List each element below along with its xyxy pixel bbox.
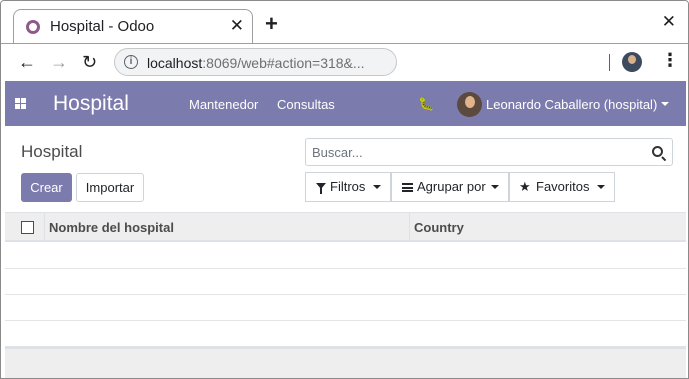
list-bars-icon [402,183,413,192]
app-title[interactable]: Hospital [53,92,129,116]
star-icon: ★ [519,179,531,194]
reload-icon[interactable]: ↻ [82,52,97,73]
filters-label: Filtros [330,179,366,194]
odoo-favicon-icon [26,20,40,34]
toolbar-divider [609,54,610,71]
url-text[interactable]: localhost:8069/web#action=318&... [147,55,365,71]
odoo-navbar: Hospital Mantenedor Consultas 🐛 Leonardo… [5,81,686,126]
browser-window: Hospital - Odoo ✕ + ✕ ← → ↻ i localhost:… [0,0,689,379]
favorites-label: Favoritos [536,179,590,194]
table-row-empty [5,321,686,347]
window-close-button[interactable]: ✕ [662,12,676,32]
favorites-button[interactable]: ★ Favoritos [509,172,615,202]
create-button[interactable]: Crear [21,173,72,202]
caret-down-icon [373,185,381,189]
menu-item-consultas[interactable]: Consultas [277,97,335,112]
caret-down-icon [597,185,605,189]
browser-tab[interactable]: Hospital - Odoo ✕ [13,9,253,43]
debug-bug-icon[interactable]: 🐛 [418,96,434,112]
browser-toolbar: ← → ↻ i localhost:8069/web#action=318&..… [1,43,688,80]
tab-title: Hospital - Odoo [50,18,155,35]
group-by-button[interactable]: Agrupar por [391,172,509,202]
table-row-empty [5,269,686,295]
caret-down-icon [491,185,499,189]
user-menu[interactable]: Leonardo Caballero (hospital) [486,97,657,112]
column-divider [44,213,45,241]
search-box [305,138,673,166]
forward-arrow-icon[interactable]: → [50,52,68,73]
import-button[interactable]: Importar [76,173,144,202]
profile-avatar[interactable] [622,52,642,72]
new-tab-button[interactable]: + [265,13,278,35]
apps-menu-icon[interactable] [15,98,26,109]
select-all-checkbox[interactable] [21,221,34,234]
list-header: Nombre del hospital Country [5,212,686,242]
table-row-empty [5,243,686,269]
filters-button[interactable]: Filtros [305,172,391,202]
url-host: localhost [147,55,203,71]
breadcrumb: Hospital [21,142,83,161]
tab-close-icon[interactable]: ✕ [230,16,244,36]
column-header-hospital-name[interactable]: Nombre del hospital [49,220,174,235]
back-arrow-icon[interactable]: ← [18,52,36,73]
table-row-empty [5,295,686,321]
user-avatar[interactable] [457,92,482,117]
browser-menu-icon[interactable]: ⋮ [661,50,679,71]
caret-down-icon[interactable] [661,102,669,106]
url-path: :8069/web#action=318&... [202,55,365,71]
search-icon[interactable] [652,146,663,157]
list-footer [5,346,686,378]
site-info-icon[interactable]: i [124,55,138,69]
group-by-label: Agrupar por [417,179,486,194]
filter-funnel-icon [316,183,326,194]
menu-item-mantenedor[interactable]: Mantenedor [189,97,258,112]
address-bar[interactable]: i localhost:8069/web#action=318&... [114,48,397,76]
tab-strip: Hospital - Odoo ✕ + ✕ [1,1,688,43]
column-header-country[interactable]: Country [414,220,464,235]
column-divider [409,213,410,241]
search-input[interactable] [306,139,641,165]
